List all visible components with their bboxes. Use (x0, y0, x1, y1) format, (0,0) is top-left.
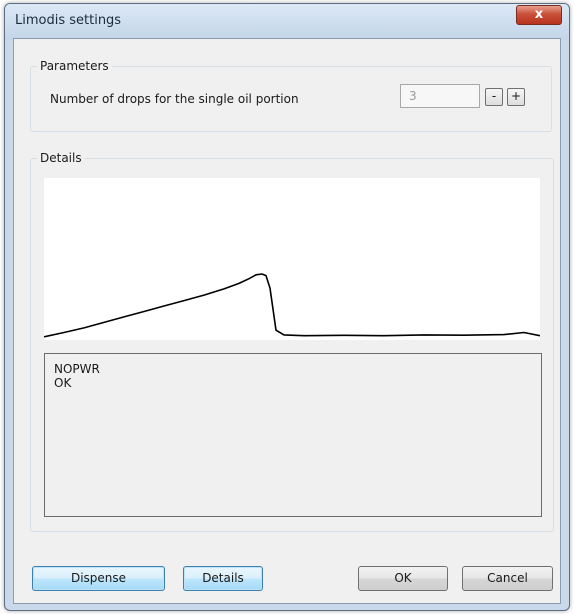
drops-label: Number of drops for the single oil porti… (50, 92, 299, 106)
drops-input[interactable]: 3 (400, 84, 480, 108)
signal-chart (44, 273, 540, 338)
close-icon: x (534, 7, 544, 22)
ok-button[interactable]: OK (358, 566, 448, 591)
close-button[interactable]: x (516, 5, 562, 25)
details-group-label: Details (37, 151, 85, 165)
cancel-button[interactable]: Cancel (462, 566, 553, 591)
signal-series-line (44, 273, 540, 338)
log-box: NOPWR OK (44, 353, 542, 517)
parameters-group-label: Parameters (37, 59, 112, 73)
chart-area (44, 178, 540, 340)
title-bar[interactable]: Limodis settings x (5, 4, 569, 40)
window-title: Limodis settings (15, 13, 122, 28)
log-line: OK (54, 376, 72, 390)
log-line: NOPWR (54, 362, 100, 376)
dispense-button[interactable]: Dispense (32, 566, 165, 591)
increment-button[interactable]: + (507, 88, 525, 106)
details-button[interactable]: Details (183, 566, 263, 591)
decrement-button[interactable]: - (485, 88, 503, 106)
